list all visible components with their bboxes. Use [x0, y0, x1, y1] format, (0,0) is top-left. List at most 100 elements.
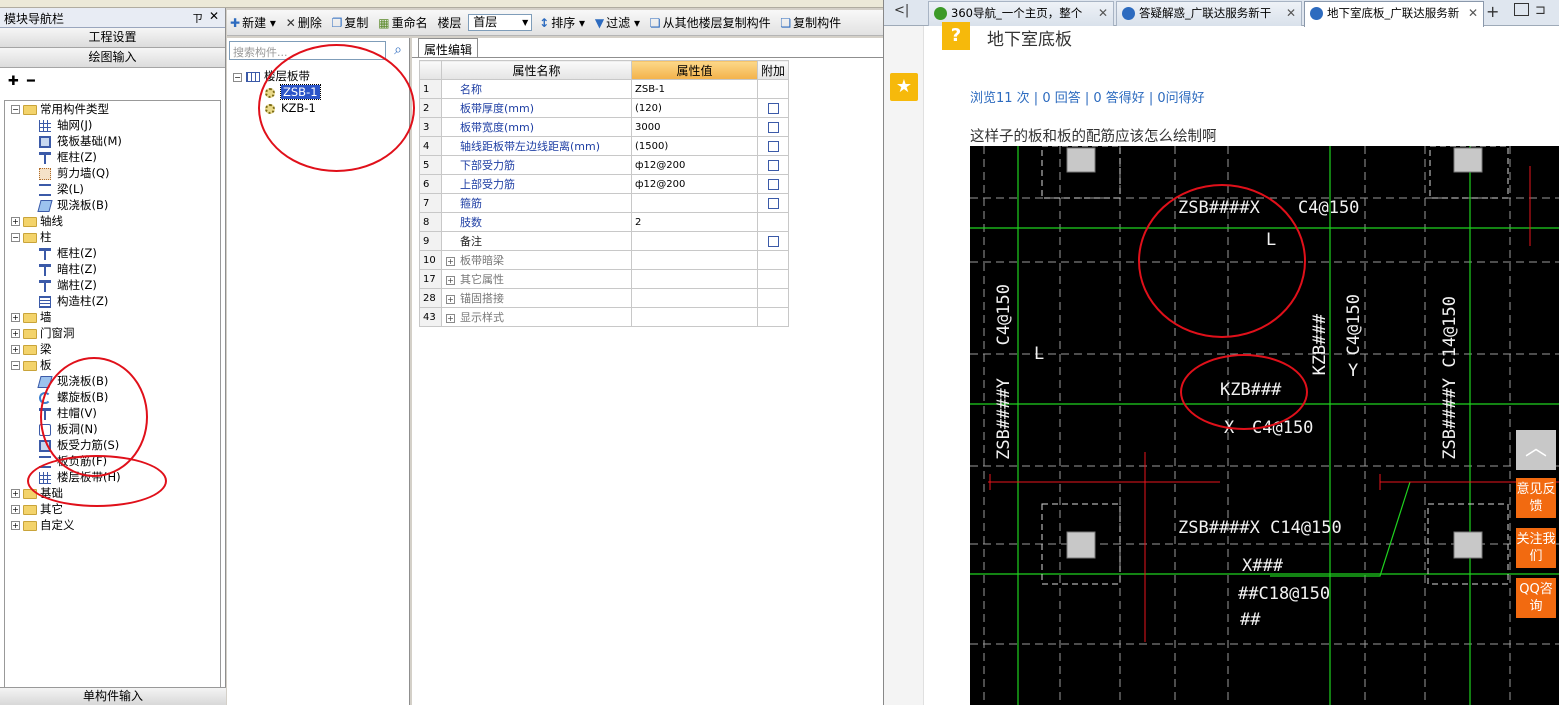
property-row[interactable]: 5 下部受力筋 ф12@200: [419, 155, 790, 175]
tab-property-edit[interactable]: 属性编辑: [418, 38, 479, 58]
copy-from-floor-button[interactable]: ❏ 从其他楼层复制构件: [647, 14, 774, 31]
property-value[interactable]: ф12@200: [631, 174, 758, 194]
property-value[interactable]: 3000: [631, 117, 758, 137]
delete-button[interactable]: ✕ 删除: [283, 14, 325, 31]
extra-checkbox[interactable]: [767, 141, 779, 152]
tree-item[interactable]: 板洞(N): [5, 421, 220, 437]
expand-icon[interactable]: +: [11, 313, 20, 322]
tree-folder[interactable]: + 轴线: [5, 213, 220, 229]
property-value[interactable]: (120): [631, 98, 758, 118]
expand-icon[interactable]: +: [11, 505, 20, 514]
property-value[interactable]: (1500): [631, 136, 758, 156]
tree-item[interactable]: 框柱(Z): [5, 245, 220, 261]
tree-folder[interactable]: − 柱: [5, 229, 220, 245]
expand-icon[interactable]: +: [446, 314, 455, 323]
property-value[interactable]: [631, 269, 758, 289]
tree-folder[interactable]: + 基础: [5, 485, 220, 501]
new-tab-button[interactable]: +: [1486, 2, 1499, 21]
close-tab-icon[interactable]: ✕: [1286, 2, 1296, 24]
expand-icon[interactable]: +: [446, 295, 455, 304]
question-stats[interactable]: 浏览11 次 | 0 回答 | 0 答得好 | 0问得好: [970, 87, 1205, 106]
extra-checkbox[interactable]: [767, 122, 779, 133]
property-row[interactable]: 2 板带厚度(mm) (120): [419, 98, 790, 118]
expand-icon[interactable]: +: [446, 276, 455, 285]
property-value[interactable]: 2: [631, 212, 758, 232]
property-row[interactable]: 7 箍筋: [419, 193, 790, 213]
back-to-top-button[interactable]: ︿: [1516, 430, 1556, 470]
floor-select[interactable]: 首层 ▼: [468, 14, 533, 31]
tree-item[interactable]: 现浇板(B): [5, 373, 220, 389]
search-icon[interactable]: ⌕: [388, 40, 408, 60]
expand-icon[interactable]: +: [446, 257, 455, 266]
list-item-zsb[interactable]: ZSB-1: [233, 84, 403, 100]
extra-checkbox[interactable]: [767, 236, 779, 247]
property-value[interactable]: [631, 231, 758, 251]
feedback-button[interactable]: 意见反馈: [1516, 478, 1556, 518]
star-icon[interactable]: ★: [890, 73, 918, 101]
property-row[interactable]: 17 + 其它属性: [419, 269, 790, 289]
filter-button[interactable]: ▼ 过滤 ▾: [592, 14, 643, 31]
expand-icon[interactable]: +: [11, 489, 20, 498]
property-value[interactable]: [631, 307, 758, 327]
drawing-input-button[interactable]: 绘图输入: [0, 48, 225, 68]
single-component-input-button[interactable]: 单构件输入: [0, 687, 226, 705]
minimize-icon[interactable]: ⊐: [1535, 3, 1546, 18]
project-settings-button[interactable]: 工程设置: [0, 28, 225, 48]
collapse-icon[interactable]: −: [11, 361, 20, 370]
property-value[interactable]: [631, 288, 758, 308]
restore-window-icon[interactable]: [1514, 3, 1529, 16]
close-icon[interactable]: ✕: [209, 9, 219, 23]
property-row[interactable]: 28 + 锚固搭接: [419, 288, 790, 308]
tree-item[interactable]: 轴网(J): [5, 117, 220, 133]
expand-collapse-tools[interactable]: ✚ ━: [0, 68, 225, 96]
qq-consult-button[interactable]: QQ咨询: [1516, 578, 1556, 618]
tree-folder[interactable]: − 板: [5, 357, 220, 373]
browser-tab[interactable]: 地下室底板_广联达服务新 ✕: [1304, 1, 1484, 27]
expand-icon[interactable]: +: [11, 345, 20, 354]
property-value[interactable]: [631, 193, 758, 213]
tree-item[interactable]: 框柱(Z): [5, 149, 220, 165]
property-value[interactable]: ZSB-1: [631, 79, 758, 99]
property-value[interactable]: ф12@200: [631, 155, 758, 175]
browser-tab[interactable]: 答疑解惑_广联达服务新干 ✕: [1116, 1, 1302, 26]
tree-folder[interactable]: + 门窗洞: [5, 325, 220, 341]
collapse-icon[interactable]: −: [233, 73, 242, 82]
sort-button[interactable]: ↕ 排序 ▾: [536, 14, 588, 31]
property-row[interactable]: 43 + 显示样式: [419, 307, 790, 327]
search-input[interactable]: 搜索构件...: [229, 41, 386, 60]
expand-icon[interactable]: +: [11, 217, 20, 226]
rename-button[interactable]: ▦ 重命名: [375, 14, 430, 31]
pin-icon[interactable]: ㄗ: [192, 10, 203, 26]
property-row[interactable]: 8 肢数 2: [419, 212, 790, 232]
tree-item[interactable]: 剪力墙(Q): [5, 165, 220, 181]
tree-item[interactable]: 筏板基础(M): [5, 133, 220, 149]
tree-folder[interactable]: + 自定义: [5, 517, 220, 533]
tree-folder[interactable]: + 墙: [5, 309, 220, 325]
tree-item[interactable]: 端柱(Z): [5, 277, 220, 293]
copy-button[interactable]: ❐ 复制: [329, 14, 372, 31]
tree-item[interactable]: 构造柱(Z): [5, 293, 220, 309]
close-tab-icon[interactable]: ✕: [1098, 2, 1108, 24]
tree-folder[interactable]: + 梁: [5, 341, 220, 357]
back-nav-icon[interactable]: <|: [894, 3, 909, 18]
expand-icon[interactable]: +: [11, 521, 20, 530]
list-root[interactable]: − 楼层板带: [233, 68, 403, 84]
tree-folder[interactable]: − 常用构件类型: [5, 101, 220, 117]
tree-item[interactable]: 柱帽(V): [5, 405, 220, 421]
property-row[interactable]: 10 + 板带暗梁: [419, 250, 790, 270]
extra-checkbox[interactable]: [767, 198, 779, 209]
follow-us-button[interactable]: 关注我们: [1516, 528, 1556, 568]
list-item-kzb[interactable]: KZB-1: [233, 100, 403, 116]
tree-item[interactable]: 梁(L): [5, 181, 220, 197]
tree-item[interactable]: 楼层板带(H): [5, 469, 220, 485]
tree-folder[interactable]: + 其它: [5, 501, 220, 517]
extra-checkbox[interactable]: [767, 103, 779, 114]
property-row[interactable]: 9 备注: [419, 231, 790, 251]
tree-item[interactable]: 现浇板(B): [5, 197, 220, 213]
property-row[interactable]: 4 轴线距板带左边线距离(mm) (1500): [419, 136, 790, 156]
extra-checkbox[interactable]: [767, 179, 779, 190]
property-row[interactable]: 6 上部受力筋 ф12@200: [419, 174, 790, 194]
extra-checkbox[interactable]: [767, 160, 779, 171]
collapse-icon[interactable]: −: [11, 233, 20, 242]
new-button[interactable]: ✚ 新建 ▾: [227, 14, 279, 31]
